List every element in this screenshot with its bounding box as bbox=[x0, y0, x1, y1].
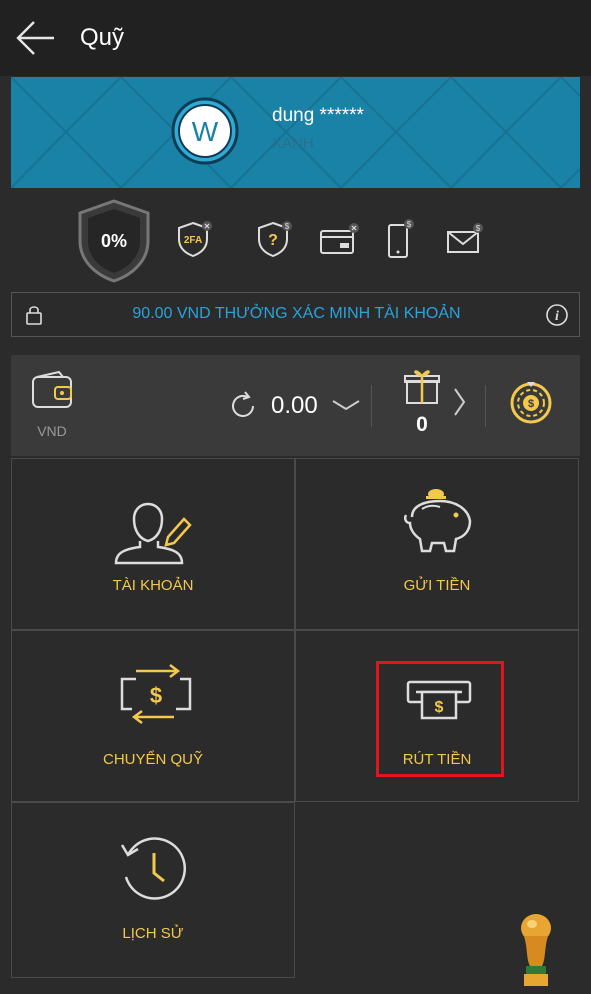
chevron-right-icon[interactable] bbox=[451, 387, 467, 417]
menu-grid: TÀI KHOẢN GỬI TIỀN $ CHUYỂN QUỸ $ RÚT TI… bbox=[11, 458, 580, 978]
security-question-icon[interactable]: ? $ bbox=[255, 219, 295, 259]
withdraw-tile[interactable]: $ RÚT TIỀN bbox=[295, 630, 579, 802]
lucky-wheel-icon[interactable]: $ bbox=[507, 379, 555, 427]
back-arrow-icon[interactable] bbox=[14, 18, 58, 58]
svg-text:$: $ bbox=[150, 683, 162, 708]
member-level: XANH bbox=[272, 135, 314, 152]
divider bbox=[371, 385, 372, 427]
security-row: 0% 2FA ? $ $ $ bbox=[0, 195, 591, 285]
wallet-icon[interactable] bbox=[29, 369, 77, 413]
piggy-bank-icon bbox=[400, 487, 480, 557]
svg-text:$: $ bbox=[528, 398, 534, 410]
chevron-down-icon[interactable] bbox=[331, 395, 361, 415]
svg-text:?: ? bbox=[268, 232, 278, 249]
divider bbox=[485, 385, 486, 427]
transfer-tile[interactable]: $ CHUYỂN QUỸ bbox=[11, 630, 295, 802]
page-title: Quỹ bbox=[80, 24, 125, 51]
deposit-tile[interactable]: GỬI TIỀN bbox=[295, 458, 579, 630]
account-label: TÀI KHOẢN bbox=[112, 577, 194, 594]
trophy-icon[interactable] bbox=[512, 910, 560, 989]
svg-text:$: $ bbox=[407, 220, 412, 229]
gift-count: 0 bbox=[416, 413, 428, 436]
app-header: Quỹ bbox=[0, 0, 591, 76]
gift-icon[interactable] bbox=[403, 367, 441, 405]
email-icon[interactable]: $ bbox=[445, 219, 489, 259]
currency-label: VND bbox=[37, 423, 67, 439]
bank-card-icon[interactable] bbox=[318, 219, 362, 259]
withdraw-label: RÚT TIỀN bbox=[402, 751, 472, 768]
account-tile[interactable]: TÀI KHOẢN bbox=[11, 458, 295, 630]
svg-text:i: i bbox=[555, 309, 559, 324]
transfer-funds-icon: $ bbox=[118, 661, 194, 729]
security-percent: 0% bbox=[101, 231, 127, 251]
svg-text:$: $ bbox=[435, 699, 444, 716]
bonus-text[interactable]: 90.00 VND THƯỞNG XÁC MINH TÀI KHOẢN bbox=[12, 305, 581, 323]
history-clock-icon bbox=[118, 835, 190, 905]
twofa-shield-icon[interactable]: 2FA bbox=[175, 219, 215, 259]
twofa-label: 2FA bbox=[184, 235, 202, 246]
info-icon[interactable]: i bbox=[546, 304, 568, 326]
svg-text:$: $ bbox=[285, 222, 290, 231]
cash-withdraw-icon: $ bbox=[404, 679, 474, 721]
security-shield-icon[interactable]: 0% bbox=[78, 199, 150, 283]
avatar-letter: W bbox=[192, 116, 219, 147]
verification-bonus-bar[interactable]: 90.00 VND THƯỞNG XÁC MINH TÀI KHOẢN i bbox=[11, 292, 580, 337]
transfer-label: CHUYỂN QUỸ bbox=[102, 751, 203, 768]
deposit-label: GỬI TIỀN bbox=[403, 577, 471, 594]
profile-banner: W dung ****** XANH bbox=[11, 77, 580, 188]
avatar[interactable]: W bbox=[171, 97, 239, 165]
wallet-bar: VND 0.00 0 $ bbox=[11, 355, 580, 456]
refresh-icon[interactable] bbox=[227, 390, 259, 422]
balance-amount: 0.00 bbox=[271, 392, 318, 419]
history-label: LỊCH SỬ bbox=[122, 925, 184, 942]
phone-icon[interactable]: $ bbox=[385, 217, 421, 259]
account-user-icon bbox=[112, 489, 196, 565]
banner-pattern bbox=[11, 77, 580, 188]
svg-text:$: $ bbox=[476, 224, 481, 233]
history-tile[interactable]: LỊCH SỬ bbox=[11, 802, 295, 978]
username: dung ****** bbox=[272, 105, 364, 126]
